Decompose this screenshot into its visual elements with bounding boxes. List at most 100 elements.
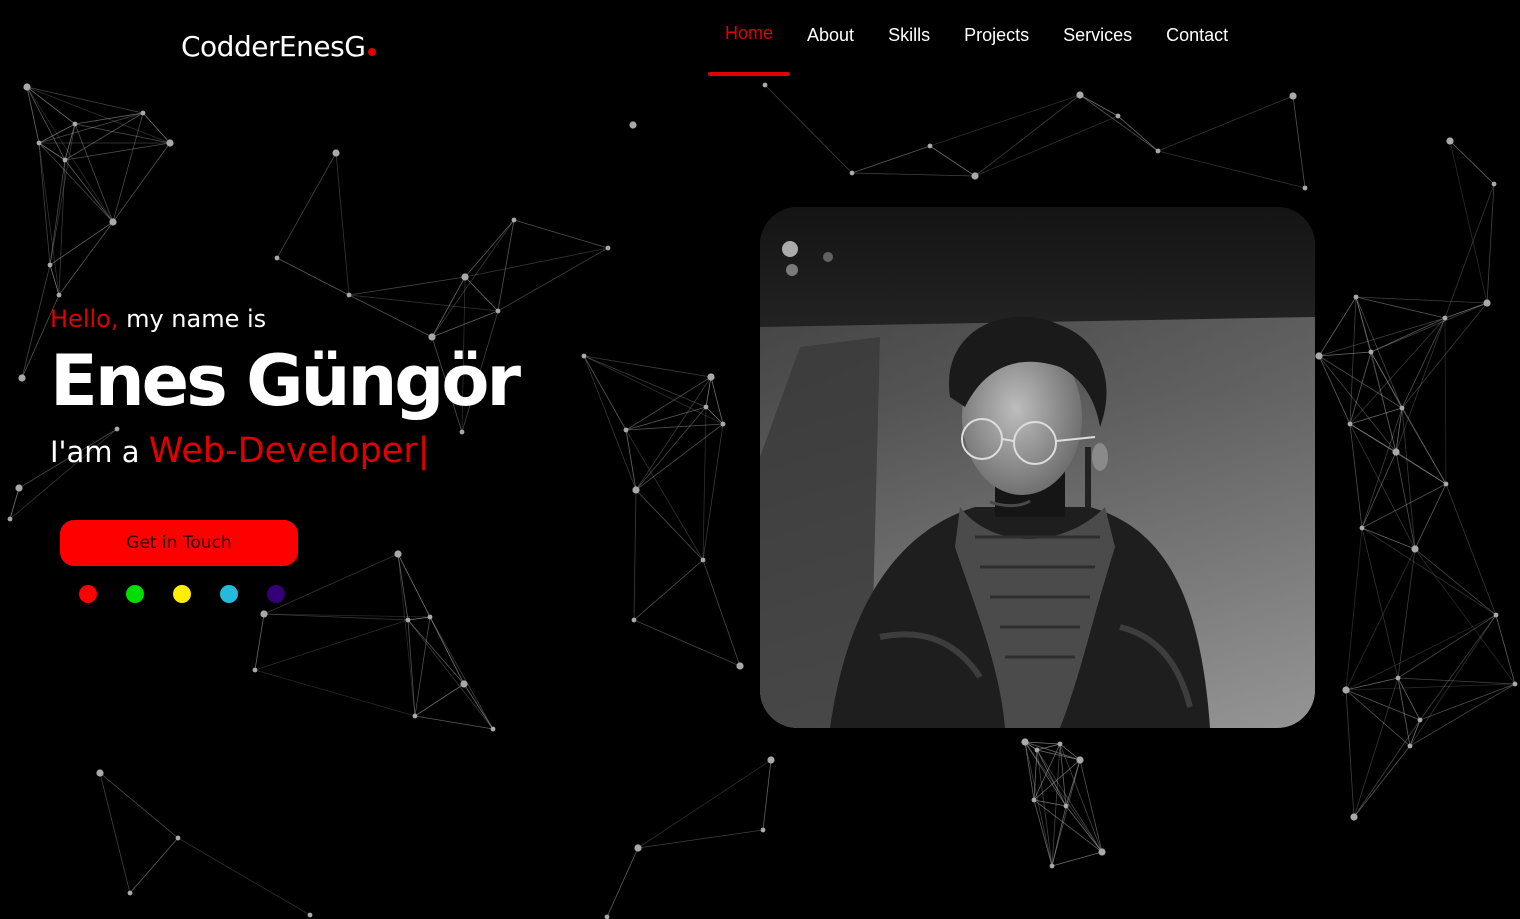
network-line bbox=[414, 683, 465, 717]
hero-role-line: I'am a Web-Developer| bbox=[50, 431, 518, 471]
network-line bbox=[974, 94, 1081, 177]
network-line bbox=[49, 123, 76, 266]
network-line bbox=[633, 619, 741, 667]
network-node bbox=[605, 245, 611, 251]
network-line bbox=[1353, 719, 1421, 818]
get-in-touch-button[interactable]: Get in Touch bbox=[60, 520, 298, 566]
network-line bbox=[1355, 296, 1488, 304]
network-line bbox=[1409, 683, 1516, 747]
network-line bbox=[9, 487, 20, 520]
theme-swatch-green[interactable] bbox=[126, 585, 144, 603]
nav-item-label: Contact bbox=[1166, 25, 1229, 45]
network-line bbox=[851, 172, 976, 177]
nav-item-contact[interactable]: Contact bbox=[1149, 0, 1245, 76]
network-line bbox=[1292, 95, 1306, 189]
network-node bbox=[1512, 681, 1518, 687]
network-node bbox=[971, 172, 979, 180]
network-line bbox=[414, 715, 494, 730]
network-node bbox=[1302, 185, 1308, 191]
nav-item-projects[interactable]: Projects bbox=[947, 0, 1046, 76]
network-line bbox=[407, 616, 431, 621]
network-line bbox=[1449, 140, 1488, 304]
network-node bbox=[1399, 405, 1405, 411]
theme-swatch-yellow[interactable] bbox=[173, 585, 191, 603]
network-line bbox=[407, 619, 416, 717]
network-node bbox=[1483, 299, 1491, 307]
nav-item-label: Home bbox=[725, 23, 774, 43]
network-node bbox=[1350, 813, 1358, 821]
network-line bbox=[1361, 527, 1399, 679]
network-line bbox=[26, 86, 66, 161]
nav-item-about[interactable]: About bbox=[790, 0, 871, 76]
network-node bbox=[703, 404, 709, 410]
network-node bbox=[760, 827, 766, 833]
network-line bbox=[635, 406, 707, 491]
network-line bbox=[74, 112, 144, 125]
network-node bbox=[15, 484, 23, 492]
network-node bbox=[260, 610, 268, 618]
network-line bbox=[625, 406, 707, 431]
network-line bbox=[497, 219, 515, 312]
network-line bbox=[637, 829, 764, 849]
logo[interactable]: CodderEnesG bbox=[181, 30, 377, 63]
page: CodderEnesG Home About Skills Projects S… bbox=[0, 0, 1520, 919]
network-node bbox=[581, 353, 587, 359]
network-line bbox=[1361, 527, 1497, 616]
network-node bbox=[307, 912, 313, 918]
network-line bbox=[702, 406, 707, 561]
network-line bbox=[1449, 140, 1495, 185]
network-node bbox=[412, 713, 418, 719]
network-line bbox=[276, 257, 350, 296]
theme-swatch-purple[interactable] bbox=[267, 585, 285, 603]
typed-role: Web-Developer| bbox=[148, 431, 430, 471]
network-line bbox=[606, 847, 639, 918]
network-line bbox=[1395, 407, 1403, 453]
network-node bbox=[1076, 756, 1084, 764]
nav-item-skills[interactable]: Skills bbox=[871, 0, 947, 76]
network-line bbox=[64, 159, 114, 223]
network-line bbox=[38, 112, 144, 144]
network-line bbox=[1401, 407, 1447, 485]
network-line bbox=[335, 152, 350, 296]
theme-swatch-cyan[interactable] bbox=[220, 585, 238, 603]
network-line bbox=[1318, 355, 1403, 409]
network-line bbox=[1419, 614, 1497, 721]
network-line bbox=[1445, 483, 1497, 616]
network-node bbox=[56, 292, 62, 298]
nav-item-services[interactable]: Services bbox=[1046, 0, 1149, 76]
network-node bbox=[1098, 848, 1106, 856]
network-node bbox=[1417, 717, 1423, 723]
network-node bbox=[1289, 92, 1297, 100]
network-line bbox=[38, 142, 60, 296]
network-line bbox=[26, 86, 40, 144]
network-node bbox=[1342, 686, 1350, 694]
network-line bbox=[1024, 741, 1081, 761]
network-line bbox=[112, 112, 144, 223]
network-line bbox=[1361, 451, 1397, 529]
nav-item-label: Skills bbox=[888, 25, 931, 45]
network-line bbox=[1419, 683, 1516, 721]
network-line bbox=[1345, 548, 1416, 691]
network-line bbox=[1414, 548, 1516, 685]
network-line bbox=[1397, 677, 1516, 685]
network-line bbox=[637, 759, 772, 849]
hero-intro: Hello, my name is Enes Güngör I'am a Web… bbox=[50, 305, 521, 471]
theme-swatch-red[interactable] bbox=[79, 585, 97, 603]
network-node bbox=[96, 769, 104, 777]
network-node bbox=[762, 82, 768, 88]
network-line bbox=[1318, 317, 1446, 357]
network-node bbox=[346, 292, 352, 298]
network-node bbox=[427, 614, 433, 620]
network-line bbox=[38, 142, 114, 223]
network-node bbox=[1446, 137, 1454, 145]
nav-item-home[interactable]: Home bbox=[708, 0, 791, 76]
network-line bbox=[1079, 94, 1119, 117]
logo-dot bbox=[368, 48, 377, 56]
main-nav: Home About Skills Projects Services Cont… bbox=[708, 0, 1245, 78]
network-line bbox=[583, 355, 712, 378]
network-line bbox=[1318, 355, 1351, 425]
network-node bbox=[23, 83, 31, 91]
network-line bbox=[99, 772, 131, 894]
network-node bbox=[1076, 91, 1084, 99]
network-line bbox=[1349, 423, 1363, 529]
